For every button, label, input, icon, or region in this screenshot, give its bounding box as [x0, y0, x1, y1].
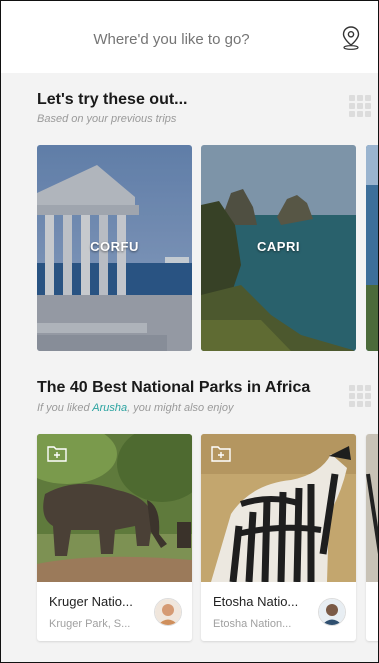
liked-place-link[interactable]: Arusha	[92, 402, 127, 414]
park-name: Kruger Natio...	[49, 594, 133, 609]
section-title-parks: The 40 Best National Parks in Africa	[37, 379, 311, 396]
destination-label: CORFU	[90, 239, 139, 254]
subtitle-text: If you liked	[37, 402, 93, 414]
destination-card-corfu[interactable]: CORFU	[37, 145, 192, 351]
partial-park-photo	[366, 434, 378, 582]
search-bar	[1, 1, 378, 73]
map-pin-icon[interactable]	[340, 25, 362, 51]
kruger-photo	[37, 434, 192, 582]
etosha-photo	[201, 434, 356, 582]
add-to-folder-icon[interactable]	[47, 444, 67, 462]
park-name: Etosha Natio...	[213, 594, 299, 609]
app-screen: Let's try these out... Based on your pre…	[0, 0, 379, 663]
park-card-kruger[interactable]: Kruger Natio... Kruger Park, S...	[37, 434, 192, 641]
park-location: Etosha Nation...	[213, 618, 292, 630]
search-input[interactable]	[19, 25, 324, 53]
park-card-partial[interactable]	[366, 434, 378, 641]
section-subtitle-parks: If you liked Arusha, you might also enjo…	[37, 402, 233, 414]
avatar[interactable]	[154, 598, 182, 626]
destination-label: CAPRI	[257, 239, 300, 254]
destination-card-partial[interactable]	[366, 145, 378, 351]
avatar[interactable]	[318, 598, 346, 626]
destination-card-capri[interactable]: CAPRI	[201, 145, 356, 351]
section-subtitle-suggestions: Based on your previous trips	[37, 113, 177, 125]
grid-icon[interactable]	[349, 95, 371, 117]
add-to-folder-icon[interactable]	[211, 444, 231, 462]
park-card-etosha[interactable]: Etosha Natio... Etosha Nation...	[201, 434, 356, 641]
subtitle-text: , you might also enjoy	[127, 402, 234, 414]
park-location: Kruger Park, S...	[49, 618, 131, 630]
section-title-suggestions: Let's try these out...	[37, 91, 188, 108]
grid-icon[interactable]	[349, 385, 371, 407]
partial-destination-photo	[366, 145, 378, 351]
